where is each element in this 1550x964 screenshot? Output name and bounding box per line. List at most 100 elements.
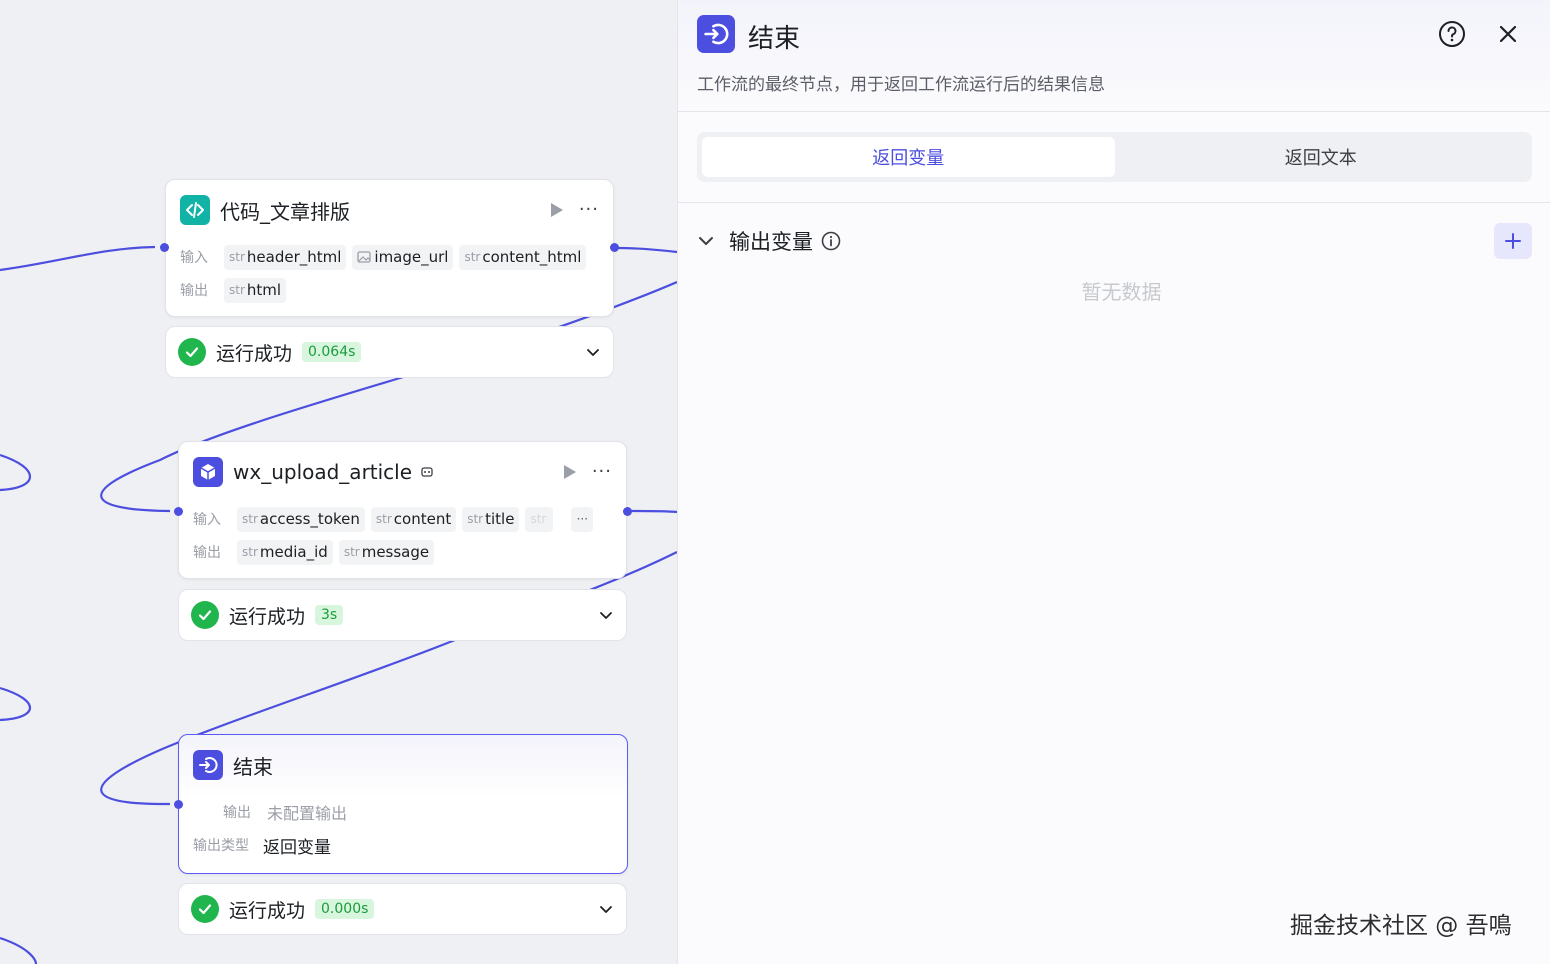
type-label: str (229, 250, 245, 264)
tab-return-text[interactable]: 返回文本 (1115, 137, 1528, 177)
output-chip: str media_id (237, 539, 333, 565)
chip-name: content_html (482, 248, 582, 266)
type-label: str (229, 283, 245, 297)
tab-return-variables[interactable]: 返回变量 (702, 137, 1115, 177)
output-type-label: 输出类型 (193, 838, 249, 854)
chip-name: html (246, 281, 282, 299)
end-node[interactable]: 结束 输出 未配置输出 输出类型 返回变量 (178, 734, 628, 874)
chip-name: image_url (374, 248, 449, 266)
code-node[interactable]: 代码_文章排版 ··· 输入 str header_html image_url … (165, 179, 614, 317)
input-label: 输入 (180, 250, 208, 266)
panel-header: 结束 工作流的最终节点，用于返回工作流运行后的结果信息 (678, 0, 1550, 112)
output-port[interactable] (610, 243, 619, 252)
workflow-canvas[interactable]: 代码_文章排版 ··· 输入 str header_html image_url … (0, 0, 677, 964)
chip-name: access_token (259, 510, 360, 528)
chevron-down-icon[interactable] (697, 232, 715, 250)
type-label: str (242, 512, 258, 526)
image-type-icon (357, 251, 372, 263)
code-node-status[interactable]: 运行成功 0.064s (165, 326, 614, 378)
output-label: 输出 (180, 283, 208, 299)
node-config-panel: 结束 工作流的最终节点，用于返回工作流运行后的结果信息 返回变量 返回文本 输出… (677, 0, 1550, 964)
status-text: 运行成功 (229, 605, 306, 628)
chip-name: media_id (259, 543, 328, 561)
end-node-output-type: 输出类型 返回变量 (193, 832, 331, 858)
chip-name: title (485, 510, 515, 528)
upload-node-status[interactable]: 运行成功 3s (178, 589, 627, 641)
output-port[interactable] (623, 507, 632, 516)
more-options-icon[interactable]: ··· (592, 463, 612, 481)
type-label: str (464, 250, 481, 264)
output-type-value: 返回变量 (263, 837, 331, 858)
edge-code-out (616, 246, 677, 254)
check-circle-icon (191, 601, 219, 629)
end-node-output: 输出 未配置输出 (223, 799, 347, 825)
add-variable-button[interactable] (1494, 223, 1532, 259)
edge-left-loop-1 (0, 453, 31, 492)
type-label: str (242, 545, 258, 559)
chevron-down-icon[interactable] (598, 607, 614, 623)
type-label: str (530, 512, 547, 526)
close-icon[interactable] (1496, 22, 1520, 46)
exit-icon (697, 15, 735, 53)
end-node-title: 结束 (233, 754, 273, 779)
code-node-title: 代码_文章排版 (220, 199, 350, 224)
output-variables-section: 输出变量 (697, 223, 1532, 259)
chip-name: message (361, 543, 430, 561)
run-node-icon[interactable] (550, 203, 563, 217)
code-node-header: 代码_文章排版 ··· (180, 194, 599, 226)
edge-left-loop-3 (0, 936, 38, 964)
time-badge: 0.000s (315, 899, 375, 919)
input-port[interactable] (174, 800, 183, 809)
chip-name: header_html (246, 248, 342, 266)
type-label: str (375, 512, 392, 526)
time-badge: 3s (315, 605, 344, 625)
upload-node-inputs: 输入 str access_token str content str title s… (193, 506, 594, 532)
input-chip: str header_html (224, 244, 347, 270)
chip-name: content (393, 510, 452, 528)
input-chip: image_url (352, 244, 454, 270)
input-port[interactable] (174, 507, 183, 516)
output-value: 未配置输出 (267, 804, 348, 823)
run-node-icon[interactable] (563, 465, 576, 479)
input-chip: str content (370, 506, 457, 532)
check-circle-icon (178, 338, 206, 366)
more-options-icon[interactable]: ··· (579, 201, 599, 219)
plugin-badge-icon (421, 467, 433, 477)
panel-description: 工作流的最终节点，用于返回工作流运行后的结果信息 (697, 75, 1105, 95)
plugin-cube-icon (193, 457, 223, 487)
upload-node-title: wx_upload_article (233, 460, 413, 484)
edge-upload-out (629, 509, 677, 514)
code-node-inputs: 输入 str header_html image_url str content_h… (180, 244, 587, 270)
type-label: str (467, 512, 484, 526)
more-inputs-button[interactable]: ··· (571, 506, 594, 532)
chevron-down-icon[interactable] (585, 344, 601, 360)
watermark: 掘金技术社区 @ 吾鳴 (1290, 913, 1512, 939)
type-label: str (343, 545, 360, 559)
status-text: 运行成功 (229, 899, 306, 922)
output-chip: str message (338, 539, 435, 565)
upload-node-outputs: 输出 str media_id str message (193, 539, 435, 565)
section-title: 输出变量 (729, 230, 813, 254)
output-chip: str html (224, 277, 287, 303)
end-node-header: 结束 (193, 749, 613, 781)
plus-icon (1505, 233, 1521, 249)
input-chip-truncated: str (525, 506, 554, 532)
edge-left-loop-2 (0, 686, 32, 722)
help-icon[interactable] (1438, 20, 1466, 48)
code-icon (180, 195, 210, 225)
return-mode-tabs: 返回变量 返回文本 (697, 132, 1532, 182)
upload-node[interactable]: wx_upload_article ··· 输入 str access_token… (178, 441, 627, 579)
chevron-down-icon[interactable] (598, 901, 614, 917)
panel-title: 结束 (748, 24, 801, 54)
code-node-outputs: 输出 str html (180, 277, 287, 303)
empty-state: 暂无数据 (1081, 280, 1162, 304)
input-port[interactable] (160, 243, 169, 252)
end-node-status[interactable]: 运行成功 0.000s (178, 883, 627, 935)
edge-into-code (0, 245, 156, 272)
time-badge: 0.064s (302, 342, 362, 362)
divider (678, 202, 1550, 203)
input-chip: str title (462, 506, 520, 532)
exit-icon (193, 750, 223, 780)
info-icon[interactable] (821, 231, 841, 251)
status-text: 运行成功 (216, 342, 293, 365)
